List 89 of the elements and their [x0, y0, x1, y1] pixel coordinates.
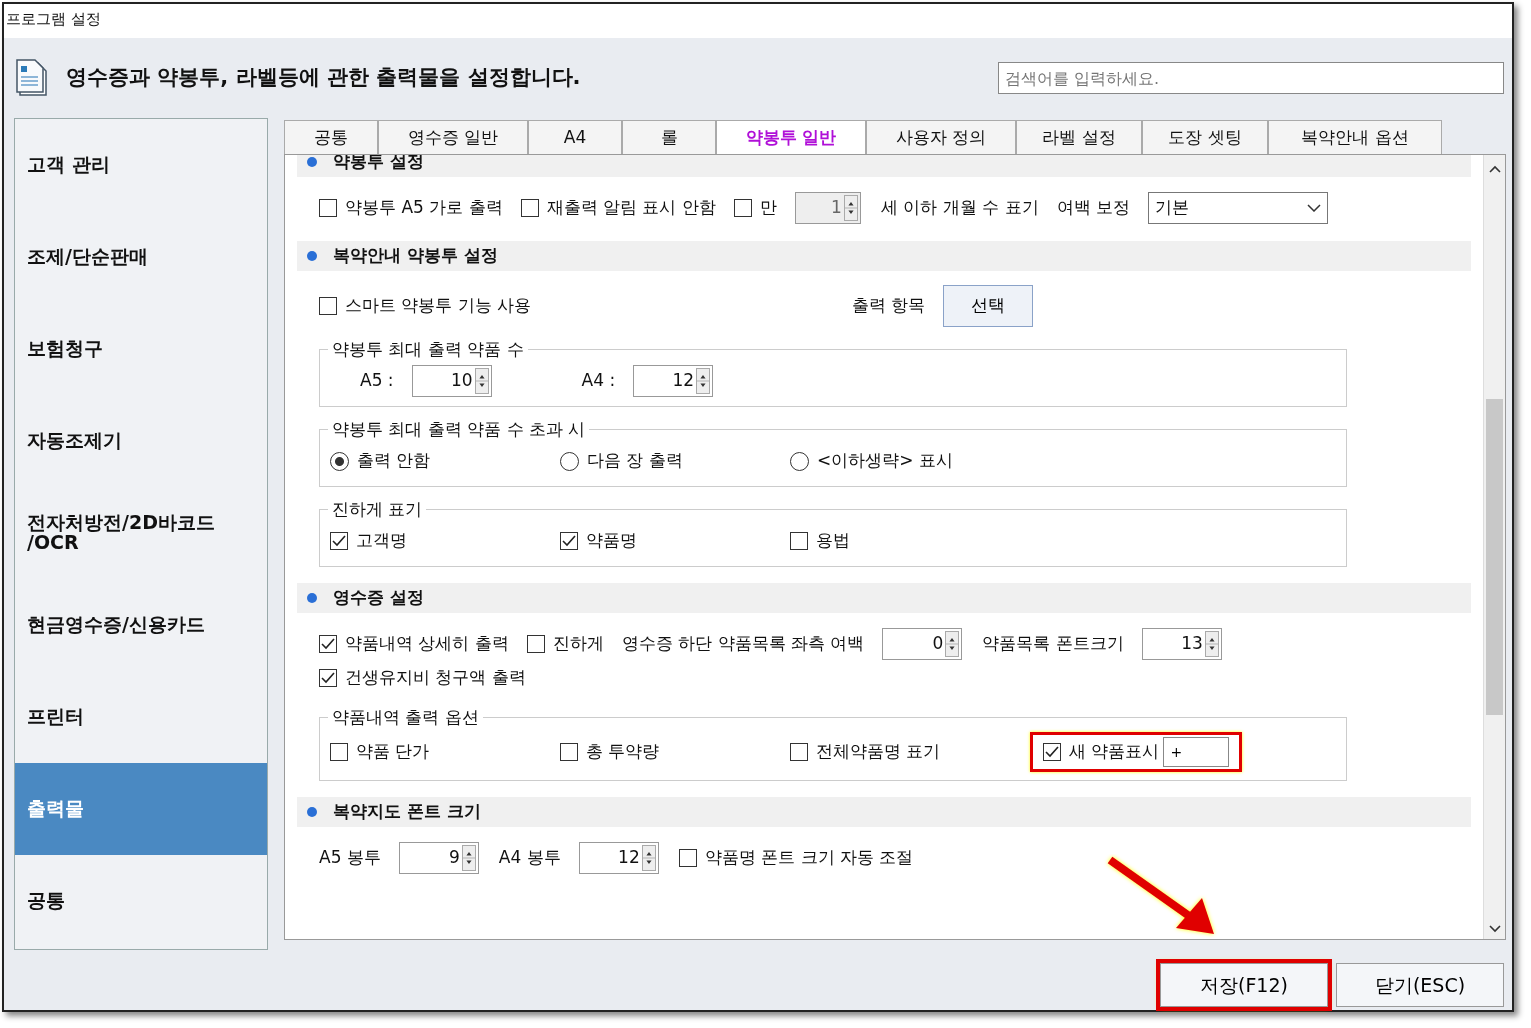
scroll-thumb[interactable] [1486, 399, 1503, 715]
checkbox-box[interactable] [520, 199, 539, 217]
checkbox-label[interactable]: 만 [759, 195, 777, 221]
radio-label[interactable]: <이하생략> 표시 [817, 448, 953, 474]
checkbox-box[interactable] [319, 297, 337, 315]
tab[interactable]: 약봉투 일반 [716, 119, 866, 154]
section-title: 영수증 설정 [333, 586, 424, 610]
search-field[interactable]: 검색어를 입력하세요. [998, 62, 1504, 94]
checkbox-label[interactable]: 약품명 폰트 크기 자동 조절 [704, 845, 914, 871]
field-label: A4 봉투 [498, 846, 561, 870]
field-label: 영수증 하단 약품목록 좌측 여백 [621, 632, 865, 656]
sidebar-item[interactable]: 조제/단순판매 [15, 211, 267, 303]
number-spinner[interactable]: 12 [633, 365, 714, 397]
tab[interactable]: 롤 [622, 119, 716, 154]
tab[interactable]: 공통 [284, 119, 378, 154]
section-title: 복약지도 폰트 크기 [333, 800, 481, 824]
bullet-icon [307, 251, 317, 261]
sidebar-item[interactable]: 현금영수증/신용카드 [15, 579, 267, 671]
radio-label[interactable]: 출력 안함 [357, 448, 431, 474]
checkbox-box[interactable] [678, 849, 697, 867]
field-label: A4 : [581, 369, 616, 393]
checkbox-box[interactable] [319, 199, 337, 217]
chevron-down-icon[interactable] [1306, 204, 1321, 212]
checkbox-label[interactable]: 약봉투 A5 가로 출력 [345, 195, 503, 221]
sidebar-item[interactable]: 보험청구 [15, 303, 267, 395]
checkbox-label[interactable]: 건생유지비 청구액 출력 [345, 665, 526, 691]
number-spinner[interactable]: 10 [411, 365, 492, 397]
header-text: 영수증과 약봉투, 라벨등에 관한 출력물을 설정합니다. [66, 64, 581, 92]
radio-button[interactable] [330, 451, 349, 471]
document-icon [16, 59, 50, 97]
number-spinner[interactable]: 12 [578, 842, 659, 874]
bullet-icon [307, 807, 317, 817]
scroll-down-icon[interactable] [1488, 925, 1501, 933]
sidebar-item[interactable]: 전자처방전/2D바코드 /OCR [15, 487, 267, 579]
checkbox-box[interactable] [330, 743, 348, 761]
tab[interactable]: A4 [528, 119, 622, 154]
checkbox-label[interactable]: 용법 [816, 528, 850, 554]
checkbox-label[interactable]: 새 약품표시 [1069, 739, 1160, 765]
checkbox-label[interactable]: 전체약품명 표기 [816, 739, 941, 765]
checkbox-label[interactable]: 스마트 약봉투 기능 사용 [345, 293, 532, 319]
checkbox-box[interactable] [790, 532, 808, 550]
field-label: A5 : [360, 369, 394, 393]
checkbox-label[interactable]: 약품명 [586, 528, 637, 554]
checkbox-label[interactable]: 총 투약량 [586, 739, 660, 765]
checkbox-label[interactable]: 진하게 [552, 631, 604, 657]
checkbox-label[interactable]: 재출력 알림 표시 안함 [546, 195, 716, 221]
window-title: 프로그램 설정 [4, 4, 1512, 38]
section-title: 복약안내 약봉투 설정 [333, 244, 498, 268]
field-label: A5 봉투 [319, 846, 381, 870]
bullet-icon [307, 593, 317, 603]
checkbox-label[interactable]: 약품내역 상세히 출력 [345, 631, 509, 657]
checkbox-box[interactable] [790, 743, 808, 761]
checkbox-box[interactable] [560, 532, 578, 550]
bullet-icon [307, 157, 317, 167]
checkbox-box[interactable] [1043, 743, 1061, 761]
field-label: 출력 항목 [851, 294, 925, 318]
tab[interactable]: 영수증 일반 [378, 119, 528, 154]
field-label: 세 이하 개월 수 표기 [880, 196, 1039, 220]
text-field[interactable]: + [1163, 737, 1230, 767]
scroll-up-icon[interactable] [1488, 165, 1501, 173]
checkbox-box[interactable] [526, 635, 545, 653]
sidebar-item[interactable]: 자동조제기 [15, 395, 267, 487]
select-button[interactable]: 선택 [943, 285, 1033, 327]
sidebar-item[interactable]: 프린터 [15, 671, 267, 763]
checkbox-label[interactable]: 고객명 [356, 528, 407, 554]
checkbox-label[interactable]: 약품 단가 [356, 739, 430, 765]
tab[interactable]: 라벨 설정 [1016, 119, 1142, 154]
number-spinner[interactable]: 13 [1141, 628, 1222, 660]
sidebar-item[interactable]: 공통 [15, 855, 267, 947]
radio-label[interactable]: 다음 장 출력 [587, 448, 683, 474]
close-button[interactable]: 닫기(ESC) [1336, 963, 1504, 1007]
radio-button[interactable] [790, 451, 809, 471]
sidebar-item[interactable]: 출력물 [15, 763, 267, 855]
tab[interactable]: 사용자 정의 [866, 119, 1016, 154]
checkbox-box[interactable] [319, 635, 337, 653]
radio-button[interactable] [560, 451, 579, 471]
dropdown[interactable]: 기본 [1147, 192, 1328, 224]
checkbox-box[interactable] [733, 199, 752, 217]
checkbox-box[interactable] [330, 532, 348, 550]
sidebar-item[interactable]: 고객 관리 [15, 119, 267, 211]
tab[interactable]: 복약안내 옵션 [1268, 119, 1442, 154]
field-label: 약품목록 폰트크기 [982, 632, 1124, 656]
checkbox-box[interactable] [560, 743, 578, 761]
section-title: 약봉투 설정 [333, 155, 424, 174]
checkbox-box[interactable] [319, 669, 337, 687]
number-spinner[interactable]: 9 [398, 842, 479, 874]
field-label: 여백 보정 [1056, 196, 1130, 220]
number-spinner[interactable]: 0 [882, 628, 963, 660]
tab[interactable]: 도장 셋팅 [1142, 119, 1268, 154]
